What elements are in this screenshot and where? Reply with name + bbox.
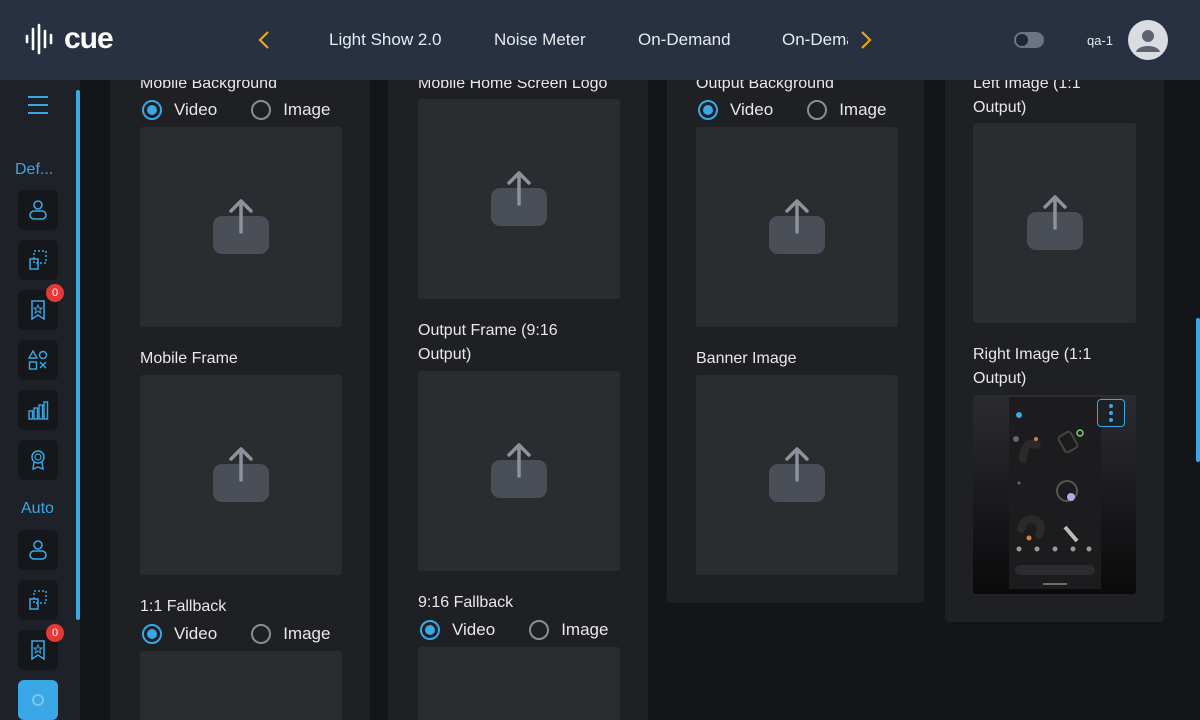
upload-fallback-1-1[interactable] <box>140 651 342 720</box>
label-output-background: Output Background <box>696 80 834 92</box>
sidebar-item-analytics[interactable] <box>18 390 58 430</box>
radio-video-label: Video <box>174 624 218 643</box>
radio-group-fallback-9-16: Video Image <box>420 620 642 640</box>
preview-right-image[interactable] <box>973 395 1136 594</box>
user-outline-icon <box>29 200 47 220</box>
label-banner-image: Banner Image <box>696 350 797 367</box>
sidebar-item-user[interactable] <box>18 190 58 230</box>
avatar[interactable] <box>1128 20 1168 60</box>
notification-badge: 0 <box>46 624 64 642</box>
upload-banner-image[interactable] <box>696 375 898 575</box>
radio-video[interactable] <box>142 624 162 644</box>
upload-output-background[interactable] <box>696 127 898 327</box>
tab-light-show[interactable]: Light Show 2.0 <box>329 30 441 50</box>
upload-icon <box>1026 195 1083 250</box>
sidebar-item-layout-auto[interactable] <box>18 580 58 620</box>
select-area-icon <box>29 250 47 270</box>
bookmark-star-icon <box>31 640 45 661</box>
radio-image[interactable] <box>251 100 272 120</box>
award-icon <box>31 450 45 471</box>
menu-icon[interactable] <box>28 96 48 114</box>
radio-group-mobile-background: Video Image <box>142 100 364 120</box>
radio-group-output-background: Video Image <box>698 100 920 120</box>
user-outline-icon <box>29 540 47 560</box>
upload-left-image[interactable] <box>973 123 1136 323</box>
select-area-icon <box>29 590 47 610</box>
logo-text: cue <box>64 22 114 55</box>
label-mobile-background: Mobile Background <box>140 80 277 92</box>
more-options-button[interactable] <box>1097 399 1125 427</box>
radio-image[interactable] <box>251 624 272 644</box>
main-scrollbar[interactable] <box>1196 318 1200 462</box>
sidebar-item-games[interactable] <box>18 340 58 380</box>
radio-image-label: Image <box>561 620 609 639</box>
column-output: Output Background Video Image Banner Ima… <box>667 80 924 603</box>
upload-fallback-9-16[interactable] <box>418 647 620 720</box>
column-home: Mobile Home Screen Logo Output Frame (9:… <box>388 80 648 720</box>
upload-icon <box>769 199 825 254</box>
upload-icon <box>491 171 547 226</box>
upload-mobile-frame[interactable] <box>140 375 342 575</box>
label-fallback-9-16: 9:16 Fallback <box>418 594 514 611</box>
radio-image[interactable] <box>529 620 550 640</box>
sidebar-item-awards[interactable] <box>18 440 58 480</box>
sidebar-item-settings-auto[interactable] <box>18 680 58 720</box>
label-left-image: Left Image (1:1 Output) <box>973 80 1081 116</box>
label-mobile-frame: Mobile Frame <box>140 350 238 367</box>
moon-icon <box>1016 34 1028 46</box>
tab-noise-meter[interactable]: Noise Meter <box>494 30 586 50</box>
notification-badge: 0 <box>46 284 64 302</box>
theme-toggle[interactable] <box>1014 32 1044 48</box>
upload-icon <box>213 199 269 254</box>
radio-video-label: Video <box>452 620 496 639</box>
sidebar-item-rewards[interactable]: 0 <box>18 284 64 330</box>
app-logo[interactable]: cue <box>24 22 114 56</box>
upload-mobile-home-logo[interactable] <box>418 99 620 299</box>
upload-icon <box>491 443 547 498</box>
sidebar-section-auto: Auto <box>21 500 54 517</box>
upload-mobile-background[interactable] <box>140 127 342 327</box>
radio-group-fallback-1-1: Video Image <box>142 624 364 644</box>
radio-video[interactable] <box>142 100 162 120</box>
sidebar: Def... 0 Auto 0 <box>0 80 80 720</box>
bar-chart-icon <box>28 401 49 420</box>
radio-video[interactable] <box>698 100 718 120</box>
column-split: Left Image (1:1 Output) Right Image (1:1… <box>945 80 1164 622</box>
radio-image-label: Image <box>283 624 331 643</box>
username: qa-1 <box>1087 33 1114 48</box>
waveform-icon <box>25 23 53 55</box>
upload-output-frame[interactable] <box>418 371 620 571</box>
top-bar: cue Light Show 2.0 Noise Meter On-Demand… <box>0 0 1200 80</box>
sidebar-section-default: Def... <box>15 161 54 178</box>
radio-video-label: Video <box>174 100 218 119</box>
radio-image-label: Image <box>283 100 331 119</box>
label-output-frame: Output Frame (9:16 Output) <box>418 322 558 363</box>
radio-image[interactable] <box>807 100 828 120</box>
tab-on-demand[interactable]: On-Demand <box>638 30 731 50</box>
label-mobile-home-logo: Mobile Home Screen Logo <box>418 80 608 92</box>
column-mobile: Mobile Background Video Image Mobile Fra… <box>110 80 370 720</box>
gear-icon <box>32 694 44 706</box>
sidebar-item-user-auto[interactable] <box>18 530 58 570</box>
radio-video[interactable] <box>420 620 440 640</box>
main-content: Mobile Background Video Image Mobile Fra… <box>80 80 1200 720</box>
nav-tabs: Light Show 2.0 Noise Meter On-Demand On-… <box>300 0 848 80</box>
sidebar-item-rewards-auto[interactable]: 0 <box>18 624 64 670</box>
tab-on-demand-2[interactable]: On-Demand <box>782 30 848 50</box>
upload-icon <box>213 447 269 502</box>
user-icon <box>1136 30 1160 52</box>
upload-icon <box>769 447 825 502</box>
nav-prev-arrow[interactable] <box>258 28 274 52</box>
nav-next-arrow[interactable] <box>860 28 876 52</box>
bookmark-star-icon <box>31 300 45 321</box>
sidebar-item-layout[interactable] <box>18 240 58 280</box>
shapes-icon <box>27 349 48 370</box>
label-fallback-1-1: 1:1 Fallback <box>140 598 227 615</box>
radio-image-label: Image <box>839 100 887 119</box>
radio-video-label: Video <box>730 100 774 119</box>
label-right-image: Right Image (1:1 Output) <box>973 346 1092 387</box>
